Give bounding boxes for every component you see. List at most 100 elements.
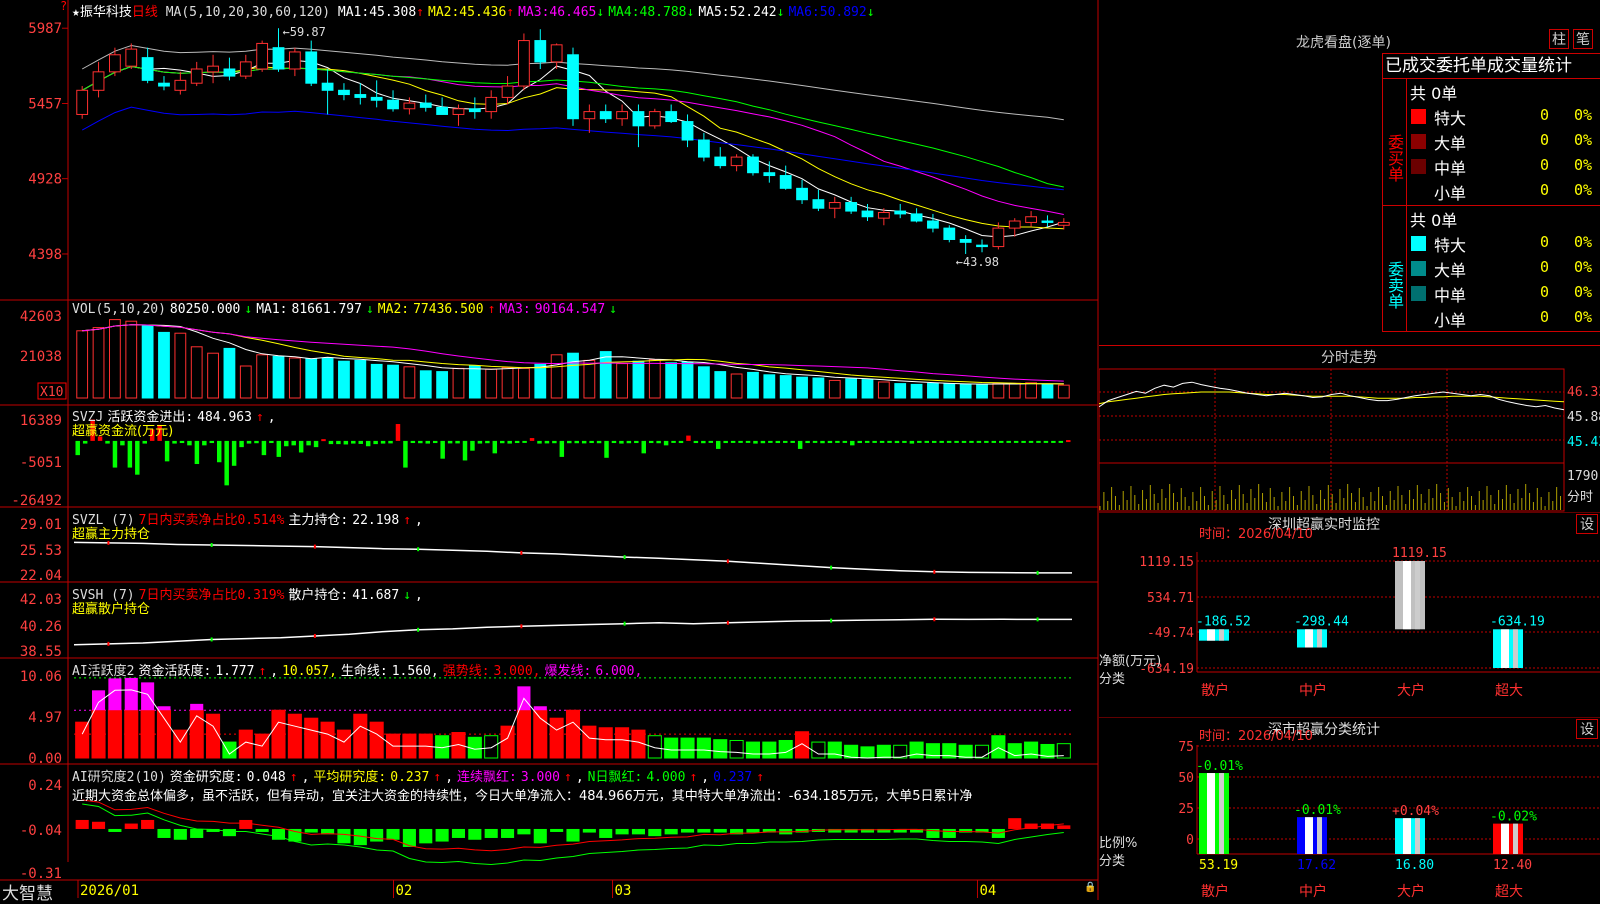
stock-name: 振华科技 — [79, 5, 132, 20]
tab-orders[interactable]: 委托单 — [1436, 56, 1487, 76]
brand-logo: 大智慧 — [2, 884, 53, 904]
tab-filled[interactable]: 已成交 — [1385, 56, 1436, 76]
flow-bar — [939, 440, 944, 443]
research-bar — [615, 828, 629, 835]
activity-bar — [778, 739, 793, 759]
header-item: AI研究度2(10) — [72, 770, 166, 785]
research-bar — [697, 828, 711, 833]
holding-marker — [1036, 617, 1039, 622]
price-panel: 5987 5457 4928 4398 ←59.87 ←43.98 — [28, 21, 1070, 269]
flow-bar — [864, 440, 870, 443]
volume-bar — [779, 375, 792, 399]
category-bar-shine — [1415, 818, 1420, 854]
flow-bar — [492, 440, 498, 454]
svzj-subheader: 超赢资金流(万元) — [72, 424, 174, 439]
main-chart-area[interactable]: 5987 5457 4928 4398 ←59.87 ←43.98 42603 21038 X… — [0, 0, 1100, 900]
flow-bar — [850, 440, 855, 446]
header-item: MA1: — [256, 302, 288, 317]
activity-bar — [336, 729, 351, 759]
monitor-settings-button[interactable]: 设 — [1576, 514, 1598, 534]
flow-bar — [708, 440, 714, 443]
flow-bar — [783, 440, 788, 443]
header-item: 爆发线: — [544, 664, 592, 679]
category-bar-shine — [1415, 561, 1420, 630]
intraday-panel[interactable]: 分时走势 46.33 45.88 45.43 1790 分时 — [1099, 346, 1600, 512]
bar-value-label: -0.01% — [1196, 759, 1243, 774]
sz-classify-panel[interactable]: 深市超赢分类统计时间：2026/04/107550250比例%分类-0.01%散… — [1099, 717, 1600, 900]
activity-bar — [565, 709, 581, 759]
header-item: 0.048 — [246, 770, 286, 785]
bar-group — [1493, 823, 1523, 854]
activity-bar — [304, 717, 319, 759]
tab-volume-stats[interactable]: 成交量统计 — [1487, 56, 1572, 76]
period-label[interactable]: 日线 — [132, 5, 158, 20]
activity-bar — [484, 735, 499, 759]
price-tick-label: 5457 — [28, 97, 62, 113]
flow-bar — [209, 440, 215, 444]
line-tick-label: 22.04 — [20, 568, 62, 584]
flow-bar — [686, 435, 691, 441]
candle — [927, 220, 939, 229]
sell-orders-block: 委卖单 共 0单 特大 0 0% 大单 0 0% 中单 0 0% 小单 0 0% — [1382, 205, 1600, 332]
classify-settings-button[interactable]: 设 — [1576, 719, 1598, 739]
volume-bar — [632, 360, 645, 399]
research-tick-label: 0.24 — [28, 778, 62, 794]
column-view-button[interactable]: 柱 — [1549, 29, 1569, 49]
flow-bar — [120, 440, 125, 446]
candle — [616, 111, 628, 120]
favorite-icon[interactable]: ★ — [72, 5, 80, 20]
volume-bar — [256, 354, 269, 399]
holding-marker — [313, 633, 316, 638]
volume-bar — [321, 357, 334, 399]
activity-bar — [647, 735, 662, 759]
flow-bar — [1021, 440, 1026, 443]
candle — [141, 57, 154, 81]
candle — [338, 89, 350, 96]
order-row: 特大 0 0% — [1408, 231, 1600, 255]
flow-bar — [135, 440, 140, 475]
flow-bar — [931, 440, 937, 443]
flow-bar — [261, 440, 267, 456]
bar-group — [1199, 773, 1229, 854]
research-bar — [370, 828, 384, 842]
bar-value-label: -186.52 — [1196, 614, 1251, 629]
flow-bar — [596, 440, 602, 444]
candle — [305, 51, 318, 84]
bar-category-label: 大户 — [1397, 883, 1425, 900]
header-item: ↓ — [609, 302, 617, 317]
order-row: 大单 0 0% — [1408, 129, 1600, 153]
candle — [534, 40, 547, 63]
date-tick-label: 02 — [395, 883, 412, 899]
flow-bar — [701, 440, 706, 444]
flow-bar — [589, 440, 594, 444]
header-item: N日飘红: — [587, 770, 643, 785]
holding-marker — [1036, 570, 1039, 575]
sz-monitor-panel[interactable]: 深圳超赢实时监控时间：2026/04/101119.15534.71-49.74… — [1099, 512, 1600, 717]
bar-group — [1493, 629, 1523, 668]
volume-bar — [92, 327, 105, 399]
header-item: 80250.000 — [169, 302, 241, 317]
count-view-button[interactable]: 笔 — [1573, 29, 1593, 49]
candle — [174, 79, 187, 91]
candle — [747, 156, 759, 174]
ma-arrow: ↑ — [506, 5, 515, 20]
header-item: 0.237 — [390, 770, 430, 785]
lock-icon[interactable]: 🔒 — [1084, 882, 1096, 893]
candle — [714, 156, 727, 167]
bar-panel-tick-label: 50 — [1178, 771, 1194, 786]
order-row-pct: 0% — [1574, 156, 1593, 174]
svsh-subheader: 超赢散户持仓 — [72, 602, 151, 617]
bar-panel-date: 时间：2026/04/10 — [1199, 729, 1313, 744]
ma-value: MA2:45.436 — [428, 5, 507, 20]
ma-value: MA5:52.242 — [698, 5, 777, 20]
holding-marker — [623, 621, 626, 626]
activity-bar — [827, 741, 842, 759]
holding-marker — [417, 547, 420, 552]
flow-bar — [723, 440, 728, 444]
activity-bar — [287, 713, 302, 759]
svzj-tick-label: -26492 — [11, 493, 62, 509]
candle — [877, 211, 890, 219]
volume-bar — [1025, 382, 1037, 399]
candle — [452, 108, 465, 115]
activity-bar-burst — [190, 703, 204, 711]
